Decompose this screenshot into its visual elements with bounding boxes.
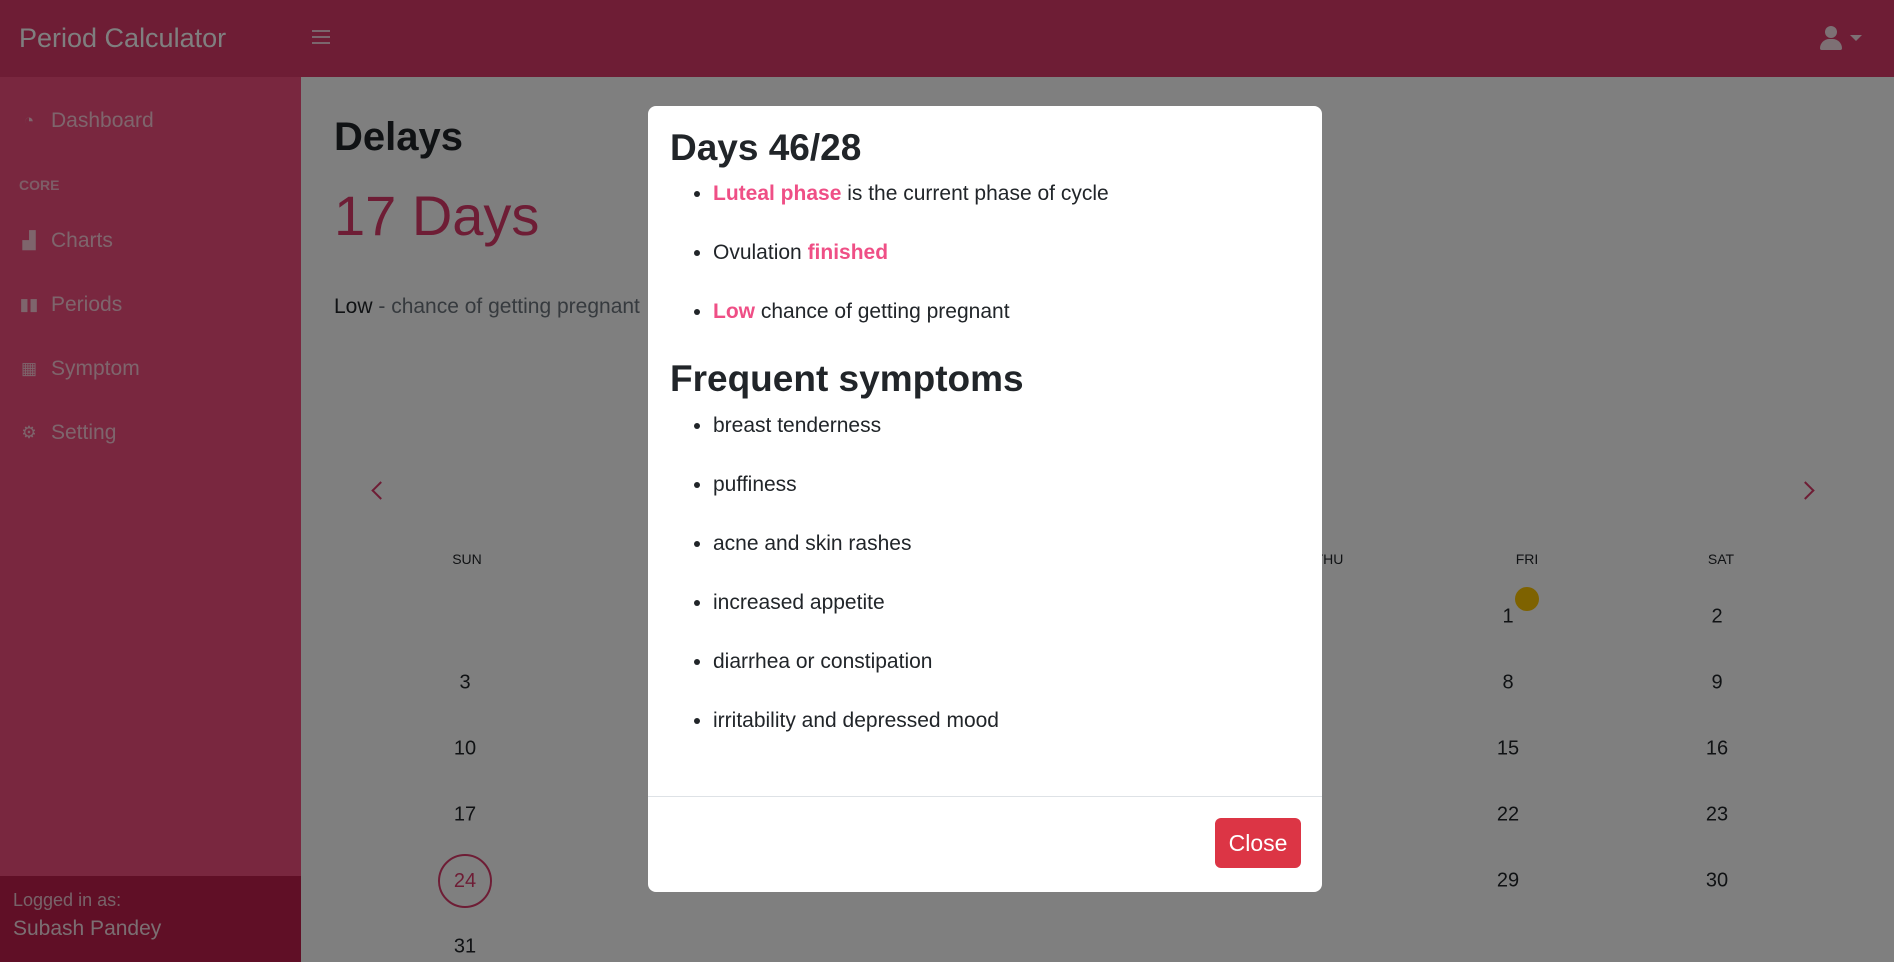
chance-text: chance of getting pregnant — [755, 300, 1010, 324]
ovulation-highlight: finished — [807, 241, 889, 265]
cycle-info-modal: Days 46/28 Luteal phase is the current p… — [648, 106, 1322, 892]
close-button[interactable]: Close — [1215, 818, 1301, 868]
modal-footer: Close — [648, 796, 1322, 892]
list-item: increased appetite — [713, 589, 1300, 617]
cycle-status-list: Luteal phase is the current phase of cyc… — [670, 180, 1300, 326]
list-item: Ovulation finished — [713, 239, 1300, 267]
list-item: irritability and depressed mood — [713, 707, 1300, 735]
modal-title: Days 46/28 — [670, 127, 862, 168]
symptoms-title: Frequent symptoms — [670, 358, 1024, 400]
list-item: puffiness — [713, 471, 1300, 499]
ovulation-text: Ovulation — [713, 241, 808, 265]
modal-body: Days 46/28 Luteal phase is the current p… — [648, 106, 1322, 735]
symptoms-list: breast tenderness puffiness acne and ski… — [670, 412, 1300, 735]
list-item: breast tenderness — [713, 412, 1300, 440]
phase-text: is the current phase of cycle — [841, 182, 1109, 206]
list-item: diarrhea or constipation — [713, 648, 1300, 676]
list-item: Low chance of getting pregnant — [713, 298, 1300, 326]
phase-highlight: Luteal phase — [713, 182, 842, 206]
chance-highlight: Low — [713, 300, 755, 324]
list-item: acne and skin rashes — [713, 530, 1300, 558]
list-item: Luteal phase is the current phase of cyc… — [713, 180, 1300, 208]
